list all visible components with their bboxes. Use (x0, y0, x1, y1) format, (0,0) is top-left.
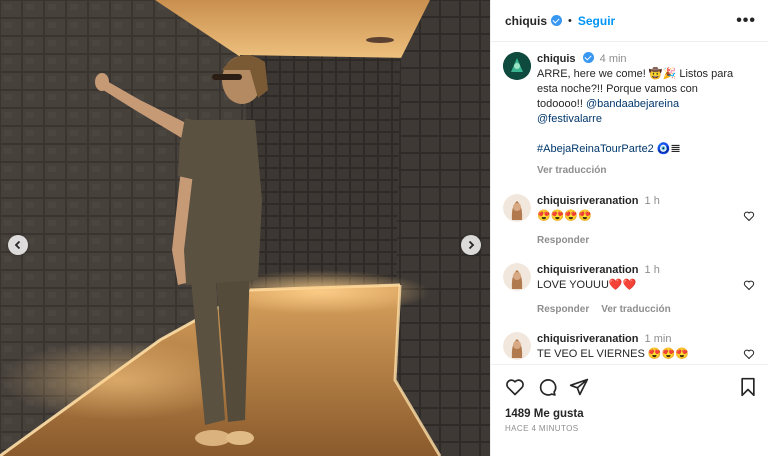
caption-text: ARRE, here we come! 🤠🎉 Listos para esta … (537, 67, 745, 127)
like-count[interactable]: 1489 Me gusta (505, 408, 757, 420)
hashtag-link[interactable]: #AbejaReinaTourParte2 (537, 143, 654, 155)
follow-button[interactable]: Seguir (578, 14, 615, 28)
comment-username[interactable]: chiquisriveranation (537, 195, 638, 207)
comment-actions: Responder Ver traducción (537, 302, 745, 317)
share-icon[interactable] (569, 377, 589, 397)
next-photo-button[interactable] (461, 235, 481, 255)
verified-badge-icon (582, 52, 594, 63)
avatar-image (503, 52, 531, 80)
commenter-avatar[interactable] (503, 332, 531, 360)
post-footer: 1489 Me gusta HACE 4 MINUTOS (491, 364, 768, 456)
comment-item: chiquisriveranation 1 h 😍😍😍😍 Responder (503, 194, 757, 248)
hashtag-emoji: 🧿𝌆 (656, 143, 681, 155)
chevron-left-icon (14, 240, 21, 250)
author-username[interactable]: chiquis (505, 14, 547, 28)
comment-username[interactable]: chiquisriveranation (537, 333, 638, 345)
caption-text-block: chiquis 4 min ARRE, here we come! 🤠🎉 Lis… (537, 52, 745, 178)
heart-icon[interactable] (505, 377, 525, 397)
comments-list[interactable]: chiquis 4 min ARRE, here we come! 🤠🎉 Lis… (491, 42, 768, 364)
reply-button[interactable]: Responder (537, 302, 589, 317)
reply-button[interactable]: Responder (537, 233, 589, 248)
bookmark-icon[interactable] (739, 377, 757, 397)
caption-time: 4 min (599, 53, 627, 65)
post-timestamp: HACE 4 MINUTOS (505, 424, 579, 433)
comment-icon[interactable] (537, 377, 557, 397)
commenter-avatar[interactable] (503, 263, 531, 291)
header-separator: • (568, 14, 572, 27)
verified-badge-icon (551, 15, 563, 26)
comment-text-block: chiquisriveranation 1 h 😍😍😍😍 Responder (537, 194, 745, 248)
comment-like-icon[interactable] (743, 210, 755, 222)
comment-time: 1 min (644, 333, 672, 345)
commenter-avatar[interactable] (503, 194, 531, 222)
comment-time: 1 h (644, 264, 660, 276)
avatar-image (503, 332, 531, 360)
comment-time: 1 h (644, 195, 660, 207)
caption-username[interactable]: chiquis (537, 53, 576, 65)
mention-link[interactable]: @festivalarre (537, 113, 602, 125)
caption: chiquis 4 min ARRE, here we come! 🤠🎉 Lis… (503, 52, 757, 178)
caption-hashtag-line: #AbejaReinaTourParte2 🧿𝌆 (537, 142, 745, 157)
comment-text-block: chiquisriveranation 1 min TE VEO EL VIER… (537, 332, 745, 362)
post-action-bar (505, 375, 757, 399)
comment-item: chiquisriveranation 1 h LOVE YOUUU❤️❤️ R… (503, 263, 757, 317)
more-options-button[interactable]: ••• (736, 12, 756, 29)
post-side-panel: chiquis • Seguir ••• chiquis 4 min ARRE,… (490, 0, 768, 456)
author-avatar[interactable] (503, 52, 531, 80)
photo-scene (0, 0, 490, 456)
comment-like-icon[interactable] (743, 279, 755, 291)
prev-photo-button[interactable] (8, 235, 28, 255)
translate-button[interactable]: Ver traducción (601, 302, 670, 317)
comment-text-block: chiquisriveranation 1 h LOVE YOUUU❤️❤️ R… (537, 263, 745, 317)
caption-translate-button[interactable]: Ver traducción (537, 163, 745, 178)
comment-username[interactable]: chiquisriveranation (537, 264, 638, 276)
post-header: chiquis • Seguir ••• (491, 0, 768, 42)
mention-link[interactable]: @bandaabejareina (586, 98, 679, 110)
comment-body: LOVE YOUUU❤️❤️ (537, 279, 637, 291)
avatar-image (503, 263, 531, 291)
post-photo[interactable] (0, 0, 490, 456)
avatar-image (503, 194, 531, 222)
comment-actions: Responder (537, 233, 745, 248)
comment-body: 😍😍😍😍 (537, 210, 592, 222)
comment-like-icon[interactable] (743, 348, 755, 360)
chevron-right-icon (468, 240, 475, 250)
comment-body: TE VEO EL VIERNES 😍😍😍 (537, 348, 689, 360)
comment-item: chiquisriveranation 1 min TE VEO EL VIER… (503, 332, 757, 362)
